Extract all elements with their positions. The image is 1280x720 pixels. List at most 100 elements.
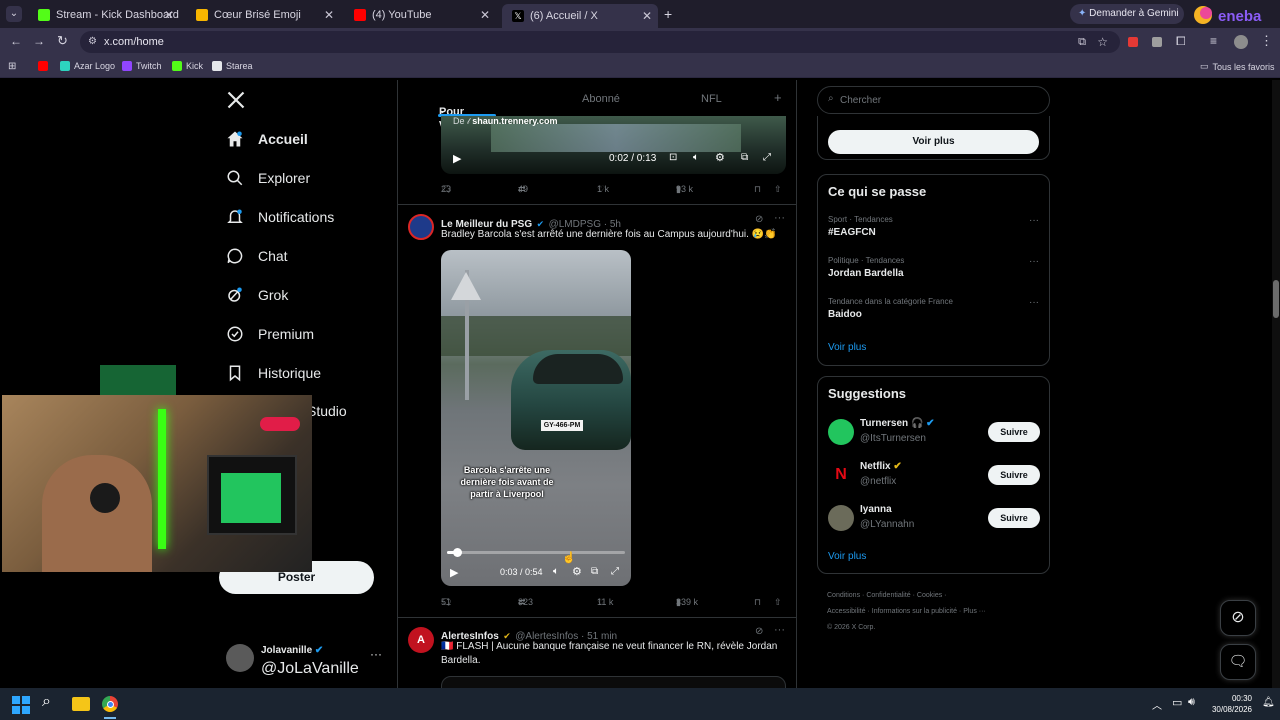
- share-icon[interactable]: ⇧: [774, 597, 782, 608]
- scrollbar-thumb[interactable]: [1273, 280, 1279, 318]
- trends-more-link[interactable]: Voir plus: [828, 342, 866, 353]
- more-icon[interactable]: ···: [774, 624, 785, 636]
- footer-link[interactable]: Cookies: [917, 592, 942, 599]
- bookmark-twitch[interactable]: Twitch: [122, 61, 162, 71]
- trend-item[interactable]: Politique · Tendances Jordan Bardella ··…: [828, 256, 1039, 279]
- tab-kick[interactable]: Stream - Kick Dashboard ✕: [28, 4, 180, 26]
- tab-search-button[interactable]: ⌄: [6, 6, 22, 22]
- clock[interactable]: 00:30 30/08/2026: [1206, 693, 1252, 715]
- tab-nfl[interactable]: NFL: [701, 93, 722, 105]
- nav-history[interactable]: Historique: [226, 364, 321, 382]
- grok-float-button[interactable]: ⊘: [1220, 600, 1256, 636]
- scrollbar[interactable]: [1272, 80, 1280, 688]
- grok-icon[interactable]: ⊘: [755, 626, 763, 637]
- nav-home[interactable]: Accueil: [226, 130, 308, 148]
- bookmark-star-icon[interactable]: ☆: [1097, 31, 1108, 53]
- tab-youtube[interactable]: (4) YouTube ✕: [344, 4, 496, 26]
- suggestions-more-link[interactable]: Voir plus: [828, 551, 866, 562]
- follow-button[interactable]: Suivre: [988, 422, 1040, 442]
- all-bookmarks[interactable]: ▭ Tous les favoris: [1200, 61, 1275, 72]
- apps-icon[interactable]: ⊞: [8, 61, 16, 72]
- progress-track[interactable]: [447, 548, 625, 557]
- extensions-icon[interactable]: ⧠: [1176, 34, 1186, 49]
- file-explorer-icon[interactable]: [72, 697, 90, 711]
- suggestion-item[interactable]: Iyanna @LYannahn Suivre: [828, 503, 1040, 535]
- post-3-avatar[interactable]: A: [408, 627, 434, 653]
- close-icon[interactable]: ✕: [324, 8, 334, 22]
- footer-link[interactable]: Informations sur la publicité: [872, 608, 957, 615]
- volume-icon[interactable]: 🔈︎: [693, 152, 699, 163]
- gemini-button[interactable]: ✦ Demander à Gemini: [1070, 4, 1184, 24]
- settings-icon[interactable]: ⚙: [715, 151, 725, 164]
- footer-link[interactable]: Confidentialité: [866, 592, 910, 599]
- tray-overflow-icon[interactable]: ︿: [1152, 697, 1162, 712]
- play-icon[interactable]: ▶: [450, 566, 458, 579]
- nav-premium[interactable]: Premium: [226, 325, 314, 343]
- tab-emoji[interactable]: Cœur Brisé Emoji ✕: [186, 4, 340, 26]
- search-input[interactable]: ⌕ Chercher: [817, 86, 1050, 114]
- site-info-icon[interactable]: ⚙: [88, 31, 97, 53]
- follow-button[interactable]: Suivre: [988, 508, 1040, 528]
- reload-icon[interactable]: ↻: [57, 33, 68, 49]
- bookmark-button[interactable]: ⊓: [754, 597, 761, 608]
- new-tab-icon[interactable]: +: [664, 6, 672, 22]
- tab-following[interactable]: Abonné: [582, 93, 620, 105]
- post-2-avatar[interactable]: [408, 214, 434, 240]
- close-icon[interactable]: ✕: [642, 9, 652, 23]
- trend-item[interactable]: Sport · Tendances #EAGFCN ···: [828, 215, 1039, 238]
- extension-red-icon[interactable]: [1128, 37, 1138, 47]
- search-icon[interactable]: ⌕: [42, 693, 51, 711]
- footer-link[interactable]: Conditions: [827, 592, 860, 599]
- nav-notifications[interactable]: Notifications: [226, 208, 334, 226]
- pip-icon[interactable]: ⧉: [591, 566, 598, 577]
- profile-avatar[interactable]: [1234, 35, 1248, 49]
- bookmark-azar[interactable]: Azar Logo: [60, 61, 115, 71]
- windows-start-icon[interactable]: [12, 696, 30, 714]
- captions-icon[interactable]: ⊡: [669, 152, 677, 163]
- footer-link[interactable]: Plus ···: [963, 608, 986, 615]
- install-icon[interactable]: ⧉: [1078, 31, 1086, 53]
- video-source-label[interactable]: De 𝓁 shaun.trennery.com: [453, 116, 558, 127]
- close-icon[interactable]: ✕: [480, 8, 490, 22]
- nav-grok[interactable]: Grok: [226, 286, 288, 304]
- post-2-video[interactable]: GY-466-PM Barcola s'arrête une dernière …: [441, 250, 631, 586]
- trend-item[interactable]: Tendance dans la catégorie France Baidoo…: [828, 297, 1039, 320]
- nav-explore[interactable]: Explorer: [226, 169, 310, 187]
- bookmark-button[interactable]: ⊓: [754, 184, 761, 195]
- bookmark-starea[interactable]: Starea: [212, 61, 253, 71]
- add-tab-icon[interactable]: +: [774, 90, 782, 105]
- url-input[interactable]: ⚙ x.com/home ⧉ ☆: [80, 31, 1120, 53]
- more-icon[interactable]: ···: [1029, 297, 1039, 308]
- bookmark-youtube[interactable]: [38, 61, 52, 71]
- close-icon[interactable]: ✕: [164, 8, 174, 22]
- chat-float-button[interactable]: 🗨︎: [1220, 644, 1256, 680]
- suggestion-item[interactable]: Turnersen 🎧 ✔ @ItsTurnersen Suivre: [828, 417, 1040, 449]
- suggestion-item[interactable]: N Netflix ✔ @netflix Suivre: [828, 460, 1040, 492]
- more-icon[interactable]: ···: [1029, 256, 1039, 267]
- tab-x-home[interactable]: 𝕏 (6) Accueil / X ✕: [502, 4, 658, 28]
- fullscreen-icon[interactable]: ⤢: [611, 566, 619, 577]
- settings-icon[interactable]: ⚙: [572, 565, 582, 578]
- pip-icon[interactable]: ⧉: [741, 152, 748, 163]
- notification-icon[interactable]: 🔔︎: [1262, 697, 1275, 708]
- forward-icon[interactable]: →: [33, 34, 45, 48]
- post-1-video[interactable]: De 𝓁 shaun.trennery.com ▶ 0:02 / 0:13 ⊡ …: [441, 116, 786, 174]
- back-icon[interactable]: ←: [10, 34, 22, 48]
- more-icon[interactable]: ···: [370, 647, 382, 661]
- voir-plus-button[interactable]: Voir plus: [828, 130, 1039, 154]
- volume-icon[interactable]: 🔈︎: [553, 566, 559, 577]
- nav-chat[interactable]: Chat: [226, 247, 288, 265]
- media-icon[interactable]: ≡: [1210, 34, 1217, 48]
- fullscreen-icon[interactable]: ⤢: [763, 152, 771, 163]
- menu-icon[interactable]: ⋮: [1260, 33, 1273, 49]
- grok-icon[interactable]: ⊘: [755, 214, 763, 225]
- more-icon[interactable]: ···: [1029, 215, 1039, 226]
- footer-link[interactable]: Accessibilité: [827, 608, 866, 615]
- follow-button[interactable]: Suivre: [988, 465, 1040, 485]
- nav-studio[interactable]: Studio: [307, 403, 347, 419]
- more-icon[interactable]: ···: [774, 212, 785, 224]
- bookmark-kick[interactable]: Kick: [172, 61, 203, 71]
- x-logo-icon[interactable]: [226, 90, 246, 115]
- progress-knob[interactable]: [452, 548, 462, 557]
- share-icon[interactable]: ⇧: [774, 184, 782, 195]
